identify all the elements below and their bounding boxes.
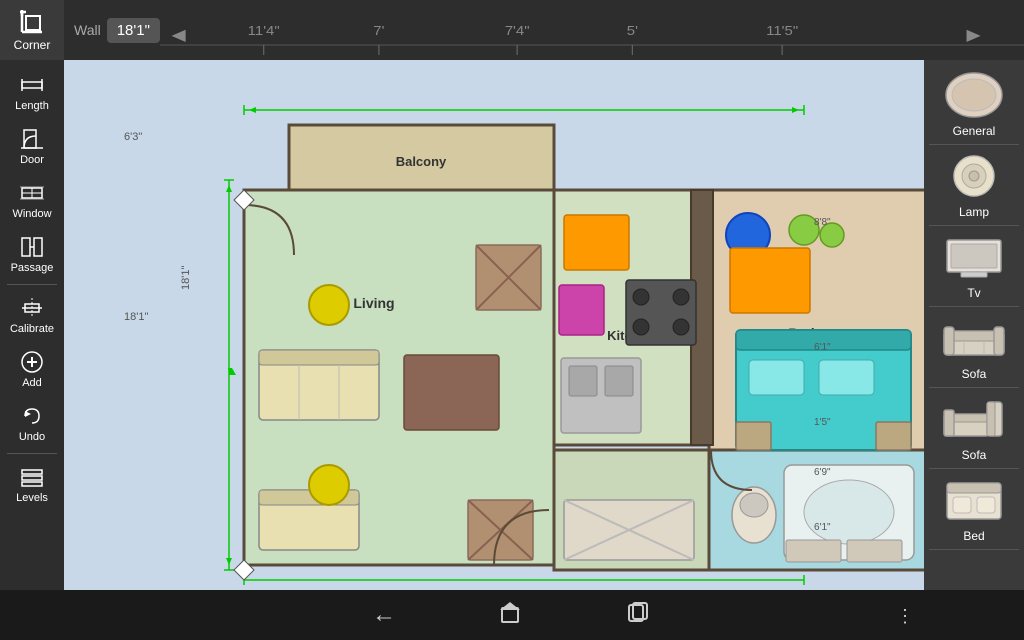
wall-value[interactable]: 18'1" bbox=[107, 18, 160, 43]
top-ruler: 11'4" 7' 7'4" 5' 11'5" ◀ ▶ bbox=[160, 0, 1024, 60]
furniture-lamp-label: Lamp bbox=[959, 205, 989, 219]
wall-label: Wall bbox=[74, 22, 101, 38]
furniture-sofa1-label: Sofa bbox=[962, 367, 987, 381]
sidebar-undo[interactable]: Undo bbox=[2, 397, 62, 449]
furniture-general[interactable]: General bbox=[929, 64, 1019, 145]
bottom-bar: ← ⋮ bbox=[0, 590, 1024, 640]
furniture-sofa-1[interactable]: Sofa bbox=[929, 307, 1019, 388]
svg-text:7': 7' bbox=[373, 23, 384, 38]
svg-text:▶: ▶ bbox=[966, 25, 981, 44]
corner-button[interactable]: Corner bbox=[0, 0, 64, 60]
furniture-tv[interactable]: Tv bbox=[929, 226, 1019, 307]
recent-button[interactable] bbox=[614, 592, 662, 639]
svg-text:11'5": 11'5" bbox=[766, 23, 798, 38]
sidebar-levels[interactable]: Levels bbox=[2, 458, 62, 510]
svg-text:Living: Living bbox=[353, 295, 394, 311]
furniture-bed-label: Bed bbox=[963, 529, 984, 543]
furniture-bed[interactable]: Bed bbox=[929, 469, 1019, 550]
sidebar-window[interactable]: Window bbox=[2, 174, 62, 226]
furniture-sofa2-label: Sofa bbox=[962, 448, 987, 462]
svg-text:◀: ◀ bbox=[171, 25, 186, 44]
corner-label: Corner bbox=[14, 38, 51, 52]
sidebar-add[interactable]: Add bbox=[2, 343, 62, 395]
svg-text:6'9": 6'9" bbox=[814, 467, 831, 478]
sidebar-passage[interactable]: Passage bbox=[2, 228, 62, 280]
sidebar-door[interactable]: Door bbox=[2, 120, 62, 172]
furniture-sofa-2[interactable]: Sofa bbox=[929, 388, 1019, 469]
svg-text:18'1": 18'1" bbox=[180, 266, 192, 290]
svg-text:11'4": 11'4" bbox=[248, 23, 280, 38]
left-sidebar: Length Door Window bbox=[0, 60, 64, 590]
sidebar-length[interactable]: Length bbox=[2, 66, 62, 118]
more-button[interactable]: ⋮ bbox=[896, 606, 914, 627]
svg-text:8'8": 8'8" bbox=[814, 217, 831, 228]
back-button[interactable]: ← bbox=[362, 595, 406, 635]
furniture-tv-label: Tv bbox=[967, 286, 980, 300]
furniture-general-label: General bbox=[953, 124, 996, 138]
svg-text:5': 5' bbox=[627, 23, 638, 38]
right-sidebar: General Lamp Tv bbox=[924, 60, 1024, 590]
sidebar-calibrate[interactable]: Calibrate bbox=[2, 289, 62, 341]
svg-text:6'3": 6'3" bbox=[124, 131, 142, 143]
svg-text:7'4": 7'4" bbox=[505, 23, 530, 38]
svg-text:6'1": 6'1" bbox=[814, 522, 831, 533]
home-button[interactable] bbox=[486, 592, 534, 639]
svg-text:Balcony: Balcony bbox=[396, 154, 447, 169]
svg-text:18'1": 18'1" bbox=[124, 311, 148, 323]
canvas-area[interactable]: 6'3" 18'1" 11'4" 7' 7'4" bbox=[64, 60, 924, 590]
furniture-lamp[interactable]: Lamp bbox=[929, 145, 1019, 226]
svg-text:6'1": 6'1" bbox=[814, 342, 831, 353]
svg-text:1'5": 1'5" bbox=[814, 417, 831, 428]
